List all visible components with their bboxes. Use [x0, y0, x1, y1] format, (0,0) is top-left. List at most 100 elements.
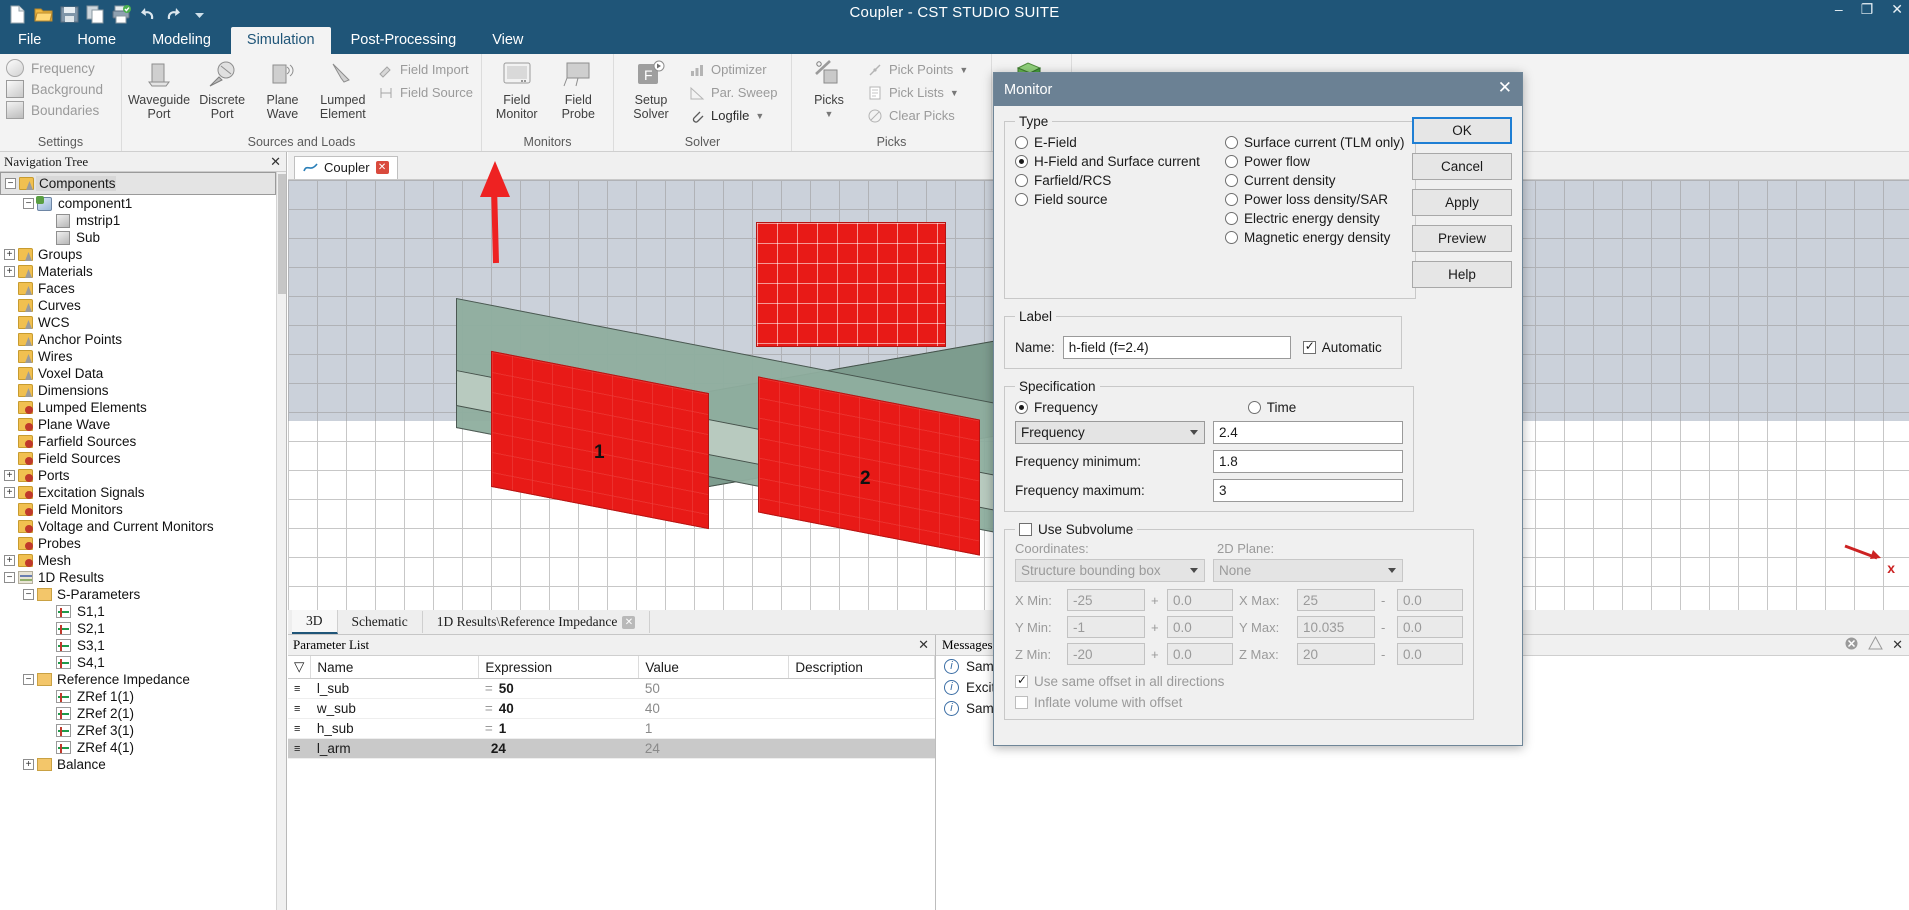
- radio-e-field[interactable]: E-Field: [1015, 135, 1211, 150]
- radio-farfield-rcs[interactable]: Farfield/RCS: [1015, 173, 1211, 188]
- radio-electric-energy-density[interactable]: Electric energy density: [1225, 211, 1405, 226]
- tree-item-groups[interactable]: + Groups: [0, 246, 276, 263]
- tree-item-zref-2-1[interactable]: ZRef 2(1): [0, 705, 276, 722]
- ribbon-tab-bar[interactable]: File Home Modeling Simulation Post-Proce…: [0, 26, 541, 54]
- ribbon-item-frequency[interactable]: Frequency: [6, 59, 103, 77]
- column-description[interactable]: Description: [788, 656, 935, 679]
- cell-description[interactable]: [788, 738, 935, 759]
- cell-description[interactable]: [788, 698, 935, 719]
- ribbon-item-plane-wave[interactable]: Plane Wave: [254, 57, 310, 121]
- viewport-tab-coupler[interactable]: Coupler ✕: [294, 156, 398, 179]
- coordinates-dropdown[interactable]: Structure bounding box: [1015, 559, 1205, 582]
- tree-item-components[interactable]: − Components: [0, 172, 276, 195]
- radio-indicator[interactable]: [1015, 174, 1028, 187]
- tree-item-component1[interactable]: − component1: [0, 195, 276, 212]
- table-row[interactable]: ≡ h_sub = 1 1: [288, 718, 935, 739]
- radio-power-flow[interactable]: Power flow: [1225, 154, 1405, 169]
- ribbon-item-field-source[interactable]: Field Source: [377, 84, 473, 101]
- ribbon-item-optimizer[interactable]: Optimizer: [688, 61, 778, 78]
- tree-item-curves[interactable]: Curves: [0, 297, 276, 314]
- coord-min-offset-input-1[interactable]: 0.0: [1167, 616, 1233, 638]
- tab-post-processing[interactable]: Post-Processing: [335, 27, 473, 54]
- ribbon-item-field-probe[interactable]: Field Probe: [550, 57, 608, 121]
- column-name[interactable]: Name: [310, 656, 480, 679]
- tree-item-wires[interactable]: Wires: [0, 348, 276, 365]
- cell-expression[interactable]: = 40: [478, 698, 639, 719]
- table-row[interactable]: ≡ l_sub = 50 50: [288, 678, 935, 699]
- cell-expression[interactable]: = 50: [478, 678, 639, 699]
- close-icon[interactable]: ✕: [375, 161, 389, 174]
- chevron-down-icon[interactable]: ▼: [959, 65, 968, 75]
- chevron-down-icon[interactable]: [1190, 568, 1198, 573]
- tree-item-anchor-points[interactable]: Anchor Points: [0, 331, 276, 348]
- expand-icon[interactable]: +: [4, 266, 15, 277]
- cell-name[interactable]: l_arm: [310, 738, 479, 759]
- cell-description[interactable]: [788, 718, 935, 739]
- checkbox-indicator[interactable]: [1015, 673, 1028, 688]
- checkbox-indicator[interactable]: [1019, 523, 1032, 536]
- window-controls[interactable]: – ❐ ✕: [1835, 2, 1903, 16]
- parameter-table[interactable]: ▽ Name Expression Value Description ≡ l_s…: [288, 656, 935, 759]
- maximize-button[interactable]: ❐: [1861, 2, 1874, 16]
- cell-description[interactable]: [788, 678, 935, 699]
- close-icon[interactable]: ✕: [622, 615, 636, 629]
- coord-max-offset-input-1[interactable]: 0.0: [1397, 616, 1463, 638]
- tree-item-probes[interactable]: Probes: [0, 535, 276, 552]
- tree-item-field-monitors[interactable]: Field Monitors: [0, 501, 276, 518]
- radio-indicator[interactable]: [1225, 193, 1238, 206]
- tree-item-voxel-data[interactable]: Voxel Data: [0, 365, 276, 382]
- same-offset-checkbox[interactable]: Use same offset in all directions: [1015, 673, 1463, 689]
- coord-min-input-1[interactable]: -1: [1067, 616, 1145, 638]
- tree-item-plane-wave[interactable]: Plane Wave: [0, 416, 276, 433]
- tree-item-zref-3-1[interactable]: ZRef 3(1): [0, 722, 276, 739]
- tab-simulation[interactable]: Simulation: [230, 27, 331, 54]
- expand-icon[interactable]: +: [4, 487, 15, 498]
- tab-view[interactable]: View: [476, 27, 539, 54]
- radio-indicator[interactable]: [1225, 174, 1238, 187]
- close-icon[interactable]: ✕: [1498, 79, 1512, 97]
- close-icon[interactable]: ✕: [1892, 637, 1903, 653]
- row-handle-icon[interactable]: ≡: [288, 718, 311, 739]
- ribbon-item-picks[interactable]: Picks ▼: [798, 57, 860, 121]
- radio-indicator[interactable]: [1015, 401, 1028, 414]
- doc-tab-schematic[interactable]: Schematic: [338, 611, 423, 633]
- ribbon-item-field-import[interactable]: Field Import: [377, 61, 473, 78]
- ribbon-item-setup-solver[interactable]: F Setup Solver: [620, 57, 682, 121]
- tree-item-s-parameters[interactable]: − S-Parameters: [0, 586, 276, 603]
- radio-current-density[interactable]: Current density: [1225, 173, 1405, 188]
- coord-max-input-2[interactable]: 20: [1297, 643, 1375, 665]
- ribbon-item-logfile[interactable]: Logfile ▼: [688, 107, 778, 124]
- radio-indicator[interactable]: [1015, 193, 1028, 206]
- tree-item-wcs[interactable]: WCS: [0, 314, 276, 331]
- ok-button[interactable]: OK: [1412, 117, 1512, 144]
- radio-indicator[interactable]: [1225, 136, 1238, 149]
- tree-item-s4-1[interactable]: S4,1: [0, 654, 276, 671]
- expand-icon[interactable]: +: [4, 555, 15, 566]
- tree-item-s3-1[interactable]: S3,1: [0, 637, 276, 654]
- column-expression[interactable]: Expression: [478, 656, 640, 679]
- tree-item-mesh[interactable]: + Mesh: [0, 552, 276, 569]
- row-handle-icon[interactable]: ≡: [288, 738, 311, 759]
- coord-min-input-0[interactable]: -25: [1067, 589, 1145, 611]
- cancel-button[interactable]: Cancel: [1412, 153, 1512, 180]
- minimize-button[interactable]: –: [1835, 2, 1843, 16]
- tree-item-voltage-and-current-monitors[interactable]: Voltage and Current Monitors: [0, 518, 276, 535]
- tree-item-materials[interactable]: + Materials: [0, 263, 276, 280]
- table-row[interactable]: ≡ l_arm 24 24: [288, 738, 935, 759]
- close-icon[interactable]: ✕: [918, 637, 929, 653]
- coord-max-offset-input-0[interactable]: 0.0: [1397, 589, 1463, 611]
- expand-icon[interactable]: +: [4, 470, 15, 481]
- row-handle-icon[interactable]: ≡: [288, 698, 311, 719]
- radio-spec-time[interactable]: Time: [1247, 400, 1296, 415]
- ribbon-item-background[interactable]: Background: [6, 80, 103, 98]
- use-subvolume-checkbox[interactable]: Use Subvolume: [1019, 522, 1133, 537]
- tree-item-lumped-elements[interactable]: Lumped Elements: [0, 399, 276, 416]
- radio-surface-current-tlm[interactable]: Surface current (TLM only): [1225, 135, 1405, 150]
- ribbon-item-discrete-port[interactable]: Discrete Port: [194, 57, 250, 121]
- radio-field-source[interactable]: Field source: [1015, 192, 1211, 207]
- coord-min-input-2[interactable]: -20: [1067, 643, 1145, 665]
- radio-spec-frequency[interactable]: Frequency: [1015, 400, 1098, 415]
- ribbon-item-par-sweep[interactable]: Par. Sweep: [688, 84, 778, 101]
- cell-expression[interactable]: 24: [478, 738, 639, 759]
- radio-indicator[interactable]: [1225, 231, 1238, 244]
